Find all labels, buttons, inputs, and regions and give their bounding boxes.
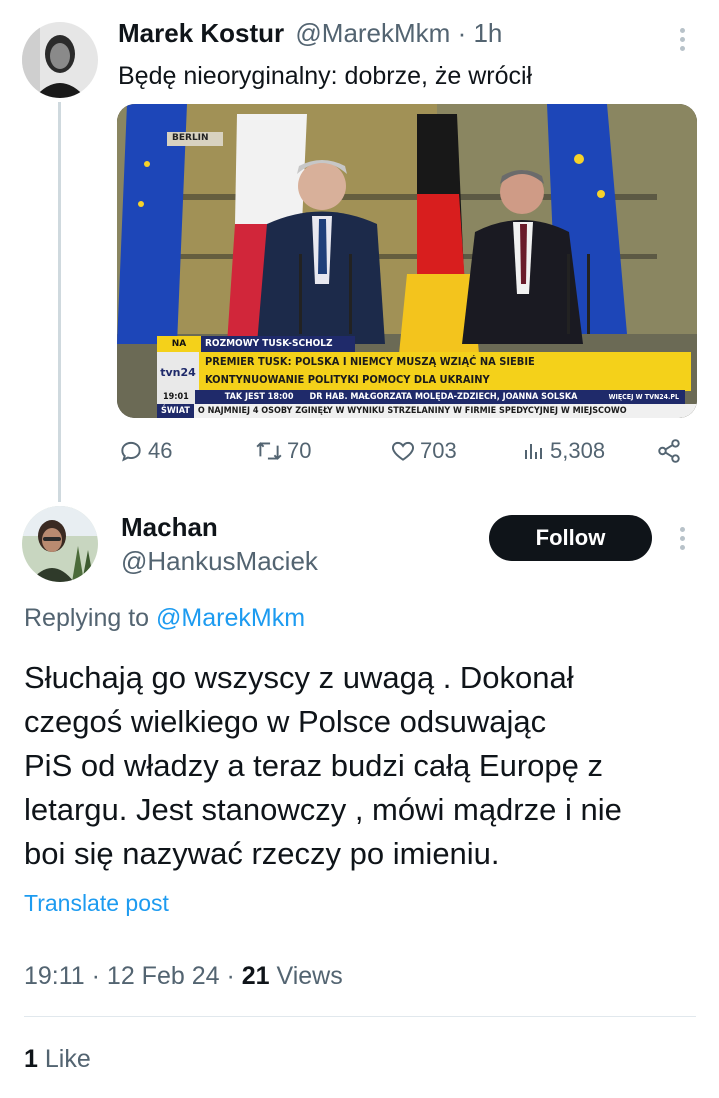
avatar-marek-kostur[interactable] [22,22,98,98]
world-label: ŚWIAT [157,404,194,418]
headline-bar: PREMIER TUSK: POLSKA I NIEMCY MUSZĄ WZIĄ… [199,352,691,391]
author-handle[interactable]: @HankusMaciek [121,546,318,577]
program-bar: 19:01 TAK JEST 18:00 DR HAB. MAŁGORZATA … [157,390,685,404]
headline-line-2: KONTYNUOWANIE POLITYKI POMOCY DLA UKRAIN… [205,373,490,386]
tweet1-media-image[interactable]: BERLIN NA ŻYWO ROZMOWY TUSK-SCHOLZ tvn24… [117,104,697,418]
reply-icon [121,441,141,462]
tweet-text-line: boi się nazywać rzeczy po imieniu. [24,836,500,871]
thread-connector-line [58,102,61,502]
author-name[interactable]: Marek Kostur [118,18,284,48]
replying-to: Replying to @MarekMkm [24,604,305,633]
news-ticker: ŚWIAT O NAJMNIEJ 4 OSOBY ZGINĘŁY W WYNIK… [157,404,697,418]
tweet2-text: Słuchają go wszyscy z uwagą . Dokonał cz… [24,656,622,876]
location-tag: BERLIN [172,133,209,143]
more-dots-icon[interactable] [676,28,688,55]
tweet-time[interactable]: · 1h [458,18,503,48]
reply-button[interactable]: 46 [118,438,172,464]
like-count: 703 [420,438,457,463]
tweet1-header: Marek Kostur @MarekMkm · 1h [118,18,502,49]
clock: 19:01 [157,390,195,404]
share-icon [658,439,680,463]
program-name: TAK JEST 18:00 [224,392,294,402]
follow-button[interactable]: Follow [489,515,652,561]
share-button[interactable] [656,438,682,464]
likes-label: Like [44,1045,91,1073]
author-name[interactable]: Machan [121,512,218,543]
views-button[interactable]: 5,308 [522,438,605,464]
channel-logo: tvn24 [157,352,199,392]
reply-count: 46 [148,438,173,463]
repost-button[interactable]: 70 [255,438,311,464]
author-handle[interactable]: @MarekMkm [295,18,450,48]
topic-label: ROZMOWY TUSK-SCHOLZ [201,336,355,352]
likes-count: 1 [24,1045,38,1073]
avatar-machan[interactable] [22,506,98,582]
timestamp[interactable]: 19:11 · 12 Feb 24 · [24,962,235,990]
heart-icon [392,441,414,461]
replying-handle[interactable]: @MarekMkm [156,604,305,632]
tweet1-text: Będę nieoryginalny: dobrze, że wrócił [118,62,533,90]
tweet-text-line: czegoś wielkiego w Polsce odsuwając [24,704,547,739]
tweet-meta: 19:11 · 12 Feb 24 · 21 Views [24,962,343,991]
translate-post-link[interactable]: Translate post [24,890,169,917]
channel-logo-text: tvn24 [160,365,196,379]
divider [24,1016,696,1017]
like-button[interactable]: 703 [390,438,457,464]
tweet-text-line: Słuchają go wszyscy z uwagą . Dokonał [24,660,574,695]
website: WIĘCEJ W TVN24.PL [608,393,679,401]
tweet-text-line: letargu. Jest stanowczy , mówi mądrze i … [24,792,622,827]
ticker-text: O NAJMNIEJ 4 OSOBY ZGINĘŁY W WYNIKU STRZ… [197,406,627,416]
tweet-text-line: PiS od władzy a teraz budzi całą Europę … [24,748,603,783]
views-label: Views [276,962,343,990]
repost-count: 70 [287,438,312,463]
views-count: 5,308 [550,438,606,463]
guests: DR HAB. MAŁGORZATA MOLĘDA-ZDZIECH, JOANN… [309,392,578,402]
headline-line-1: PREMIER TUSK: POLSKA I NIEMCY MUSZĄ WZIĄ… [205,355,535,368]
likes-summary[interactable]: 1 Like [24,1045,91,1074]
views-icon [525,444,542,459]
repost-icon [256,442,282,460]
views-count: 21 [241,962,270,990]
more-dots-icon[interactable] [676,527,688,554]
live-label: NA ŻYWO [157,336,201,365]
replying-prefix: Replying to [24,604,150,632]
